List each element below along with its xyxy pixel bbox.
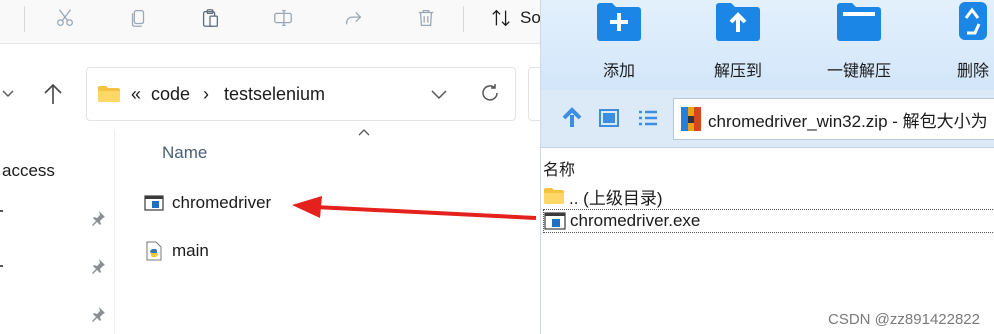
toolbar-divider — [463, 6, 464, 32]
nav-item-marker — [0, 265, 3, 267]
up-level-icon[interactable] — [561, 107, 583, 129]
zip-archive-icon — [681, 107, 701, 131]
row-name: .. (上级目录) — [569, 188, 663, 208]
navigation-pane: access — [0, 130, 115, 334]
add-label: 添加 — [602, 63, 635, 80]
breadcrumb-overflow[interactable]: « — [131, 84, 141, 105]
list-view-icon[interactable] — [637, 107, 659, 129]
up-arrow-icon[interactable] — [42, 82, 64, 106]
extract-to-label: 解压到 — [713, 63, 762, 80]
sort-label: So — [520, 8, 541, 27]
add-icon — [597, 3, 641, 41]
delete-button[interactable]: 删除 — [928, 0, 994, 81]
file-name: chromedriver — [172, 193, 272, 212]
delete-label: 删除 — [956, 63, 989, 80]
delete-icon — [959, 2, 987, 40]
archive-navigation-bar: chromedriver_win32.zip - 解包大小为 — [541, 90, 994, 148]
cut-icon[interactable] — [52, 6, 78, 30]
file-item-main[interactable]: main — [144, 239, 209, 263]
chevron-down-icon[interactable] — [2, 86, 16, 102]
sort-button[interactable]: So — [490, 5, 541, 31]
pin-icon[interactable] — [90, 306, 106, 322]
nav-item-marker — [0, 210, 3, 212]
folder-icon — [544, 188, 564, 204]
row-name: chromedriver.exe — [570, 211, 701, 230]
exe-icon — [144, 195, 164, 211]
pin-icon[interactable] — [90, 258, 106, 274]
paste-icon[interactable] — [197, 6, 223, 30]
archive-item-chromedriver-exe[interactable]: chromedriver.exe — [543, 209, 994, 233]
column-header-name[interactable]: 名称 — [541, 152, 994, 180]
one-click-extract-label: 一键解压 — [826, 63, 891, 80]
nav-item-quick-access[interactable]: access — [2, 161, 55, 181]
breadcrumb-code[interactable]: code — [151, 84, 190, 105]
archive-toolbar: 添加 解压到 一键解压 删除 — [541, 0, 994, 90]
archive-window: 添加 解压到 一键解压 删除 chromedriver_win32.zip - … — [540, 0, 994, 334]
copy-icon[interactable] — [125, 6, 151, 30]
archive-path-text: chromedriver_win32.zip - 解包大小为 — [708, 111, 988, 131]
extract-to-button[interactable]: 解压到 — [693, 0, 783, 81]
breadcrumb-testselenium[interactable]: testselenium — [224, 84, 325, 105]
sort-ascending-icon — [358, 129, 370, 136]
exe-icon — [544, 212, 566, 230]
add-button[interactable]: 添加 — [574, 0, 664, 81]
python-file-icon — [146, 241, 162, 261]
chevron-down-icon[interactable] — [429, 86, 449, 102]
one-click-extract-icon — [837, 3, 881, 41]
address-bar[interactable]: « code › testselenium — [86, 67, 516, 121]
rename-icon[interactable] — [270, 6, 296, 30]
thumbnail-view-icon[interactable] — [598, 107, 620, 129]
file-explorer-window: So « code › testselenium access Name chr… — [0, 0, 548, 334]
breadcrumb-separator: › — [203, 84, 209, 104]
share-icon[interactable] — [341, 6, 367, 30]
folder-icon — [98, 86, 120, 102]
extract-to-icon — [716, 3, 760, 41]
explorer-command-bar: So — [0, 0, 541, 44]
archive-path-bar[interactable]: chromedriver_win32.zip - 解包大小为 — [673, 98, 994, 140]
toolbar-divider — [24, 6, 25, 32]
file-item-chromedriver[interactable]: chromedriver — [144, 191, 271, 215]
parent-directory-row[interactable]: .. (上级目录) — [543, 184, 663, 208]
one-click-extract-button[interactable]: 一键解压 — [814, 0, 904, 81]
sort-icon — [492, 9, 510, 27]
refresh-icon[interactable] — [479, 82, 501, 104]
file-name: main — [172, 241, 209, 260]
pin-icon[interactable] — [90, 210, 106, 226]
delete-icon[interactable] — [413, 6, 439, 30]
column-header-name[interactable]: Name — [162, 143, 207, 163]
watermark-text: CSDN @zz891422822 — [828, 311, 980, 328]
